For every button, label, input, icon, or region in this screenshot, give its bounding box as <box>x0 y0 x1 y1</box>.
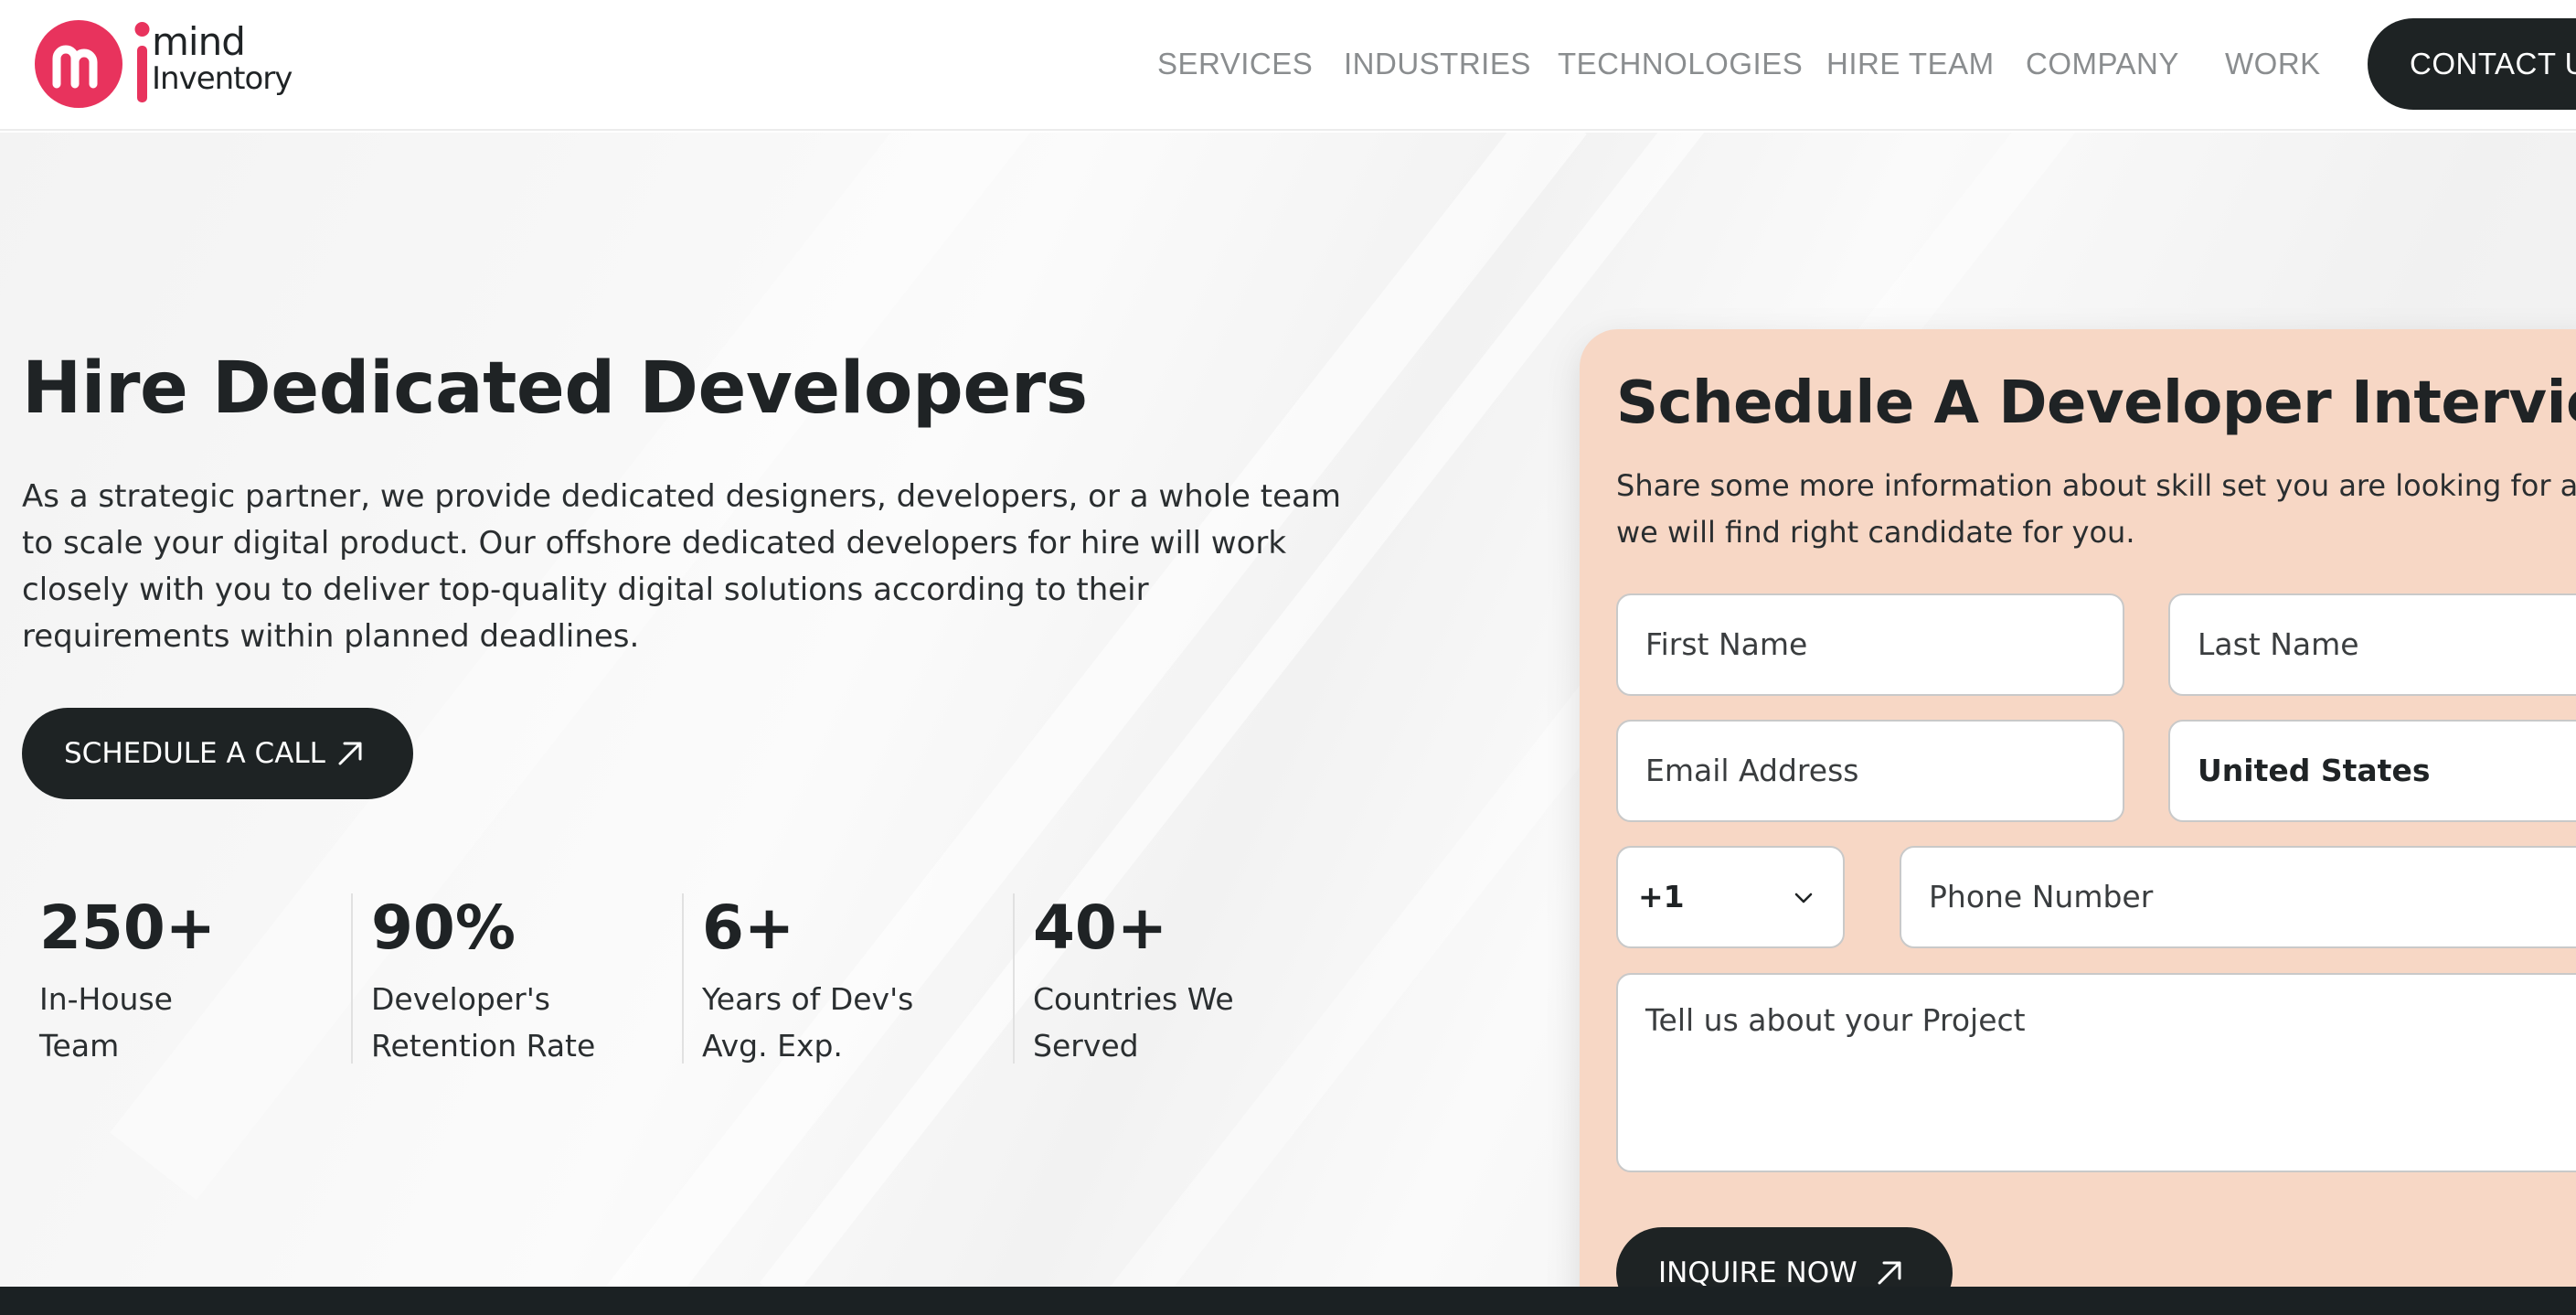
stat-value: 6+ <box>702 893 795 963</box>
background-streak <box>580 133 1587 1287</box>
stat-retention-rate: 90% Developer's Retention Rate <box>371 892 682 1065</box>
logo-wordmark: mind Inventory <box>152 19 293 98</box>
stat-years-experience: 6+ Years of Dev's Avg. Exp. <box>702 892 1013 1065</box>
contact-us-button[interactable]: CONTACT US <box>2368 18 2576 110</box>
stat-value: 250+ <box>39 893 217 963</box>
stat-in-house-team: 250+ In-House Team <box>39 892 350 1065</box>
stat-label: Developer's Retention Rate <box>371 981 596 1064</box>
arrow-up-right-icon <box>338 742 362 765</box>
nav-hire-team[interactable]: HIRE TEAM <box>1826 42 1995 86</box>
dial-code-value: +1 <box>1638 879 1685 914</box>
stat-countries-served: 40+ Countries We Served <box>1033 892 1344 1065</box>
nav-industries[interactable]: INDUSTRIES <box>1344 42 1531 86</box>
page-title: Hire Dedicated Developers <box>22 347 1088 430</box>
inquire-now-button[interactable]: INQUIRE NOW <box>1616 1227 1953 1287</box>
stat-label: Years of Dev's Avg. Exp. <box>702 981 914 1064</box>
hero-section: Hire Dedicated Developers As a strategic… <box>0 133 2576 1287</box>
stat-value: 40+ <box>1033 893 1168 963</box>
form-title: Schedule A Developer Interview <box>1616 369 2576 437</box>
arrow-up-right-icon <box>1878 1261 1901 1285</box>
nav-company[interactable]: COMPANY <box>2026 42 2179 86</box>
inquire-now-label: INQUIRE NOW <box>1658 1256 1857 1287</box>
schedule-a-call-label: SCHEDULE A CALL <box>64 737 325 770</box>
chevron-down-icon <box>1794 893 1813 903</box>
hero-description: As a strategic partner, we provide dedic… <box>22 478 1341 655</box>
project-description-textarea[interactable]: Tell us about your Project <box>1616 973 2576 1172</box>
stat-divider <box>351 893 353 1064</box>
developer-interview-form: Schedule A Developer Interview Share som… <box>1580 329 2576 1287</box>
logo-line-1: mind <box>152 19 246 64</box>
stat-label: In-House Team <box>39 981 173 1064</box>
nav-technologies[interactable]: TECHNOLOGIES <box>1558 42 1803 86</box>
logo-line-2: Inventory <box>152 60 293 97</box>
stat-value: 90% <box>371 893 516 963</box>
logo[interactable]: mind Inventory <box>35 18 293 110</box>
site-header: mind Inventory SERVICES INDUSTRIES TECHN… <box>0 0 2576 131</box>
nav-work[interactable]: WORK <box>2225 42 2321 86</box>
dial-code-select[interactable]: +1 <box>1616 846 1845 948</box>
first-name-field[interactable]: First Name <box>1616 593 2124 696</box>
stat-label: Countries We Served <box>1033 981 1234 1064</box>
stat-divider <box>1013 893 1015 1064</box>
last-name-field[interactable]: Last Name <box>2168 593 2576 696</box>
phone-number-field[interactable]: Phone Number <box>1900 846 2576 948</box>
nav-services[interactable]: SERVICES <box>1157 42 1313 86</box>
schedule-a-call-button[interactable]: SCHEDULE A CALL <box>22 708 413 799</box>
mindinventory-logo-icon <box>35 20 150 108</box>
footer-strip <box>0 1287 2576 1315</box>
email-field[interactable]: Email Address <box>1616 720 2124 822</box>
form-description: Share some more information about skill … <box>1616 468 2576 550</box>
stat-divider <box>682 893 684 1064</box>
country-select[interactable]: United States <box>2168 720 2576 822</box>
